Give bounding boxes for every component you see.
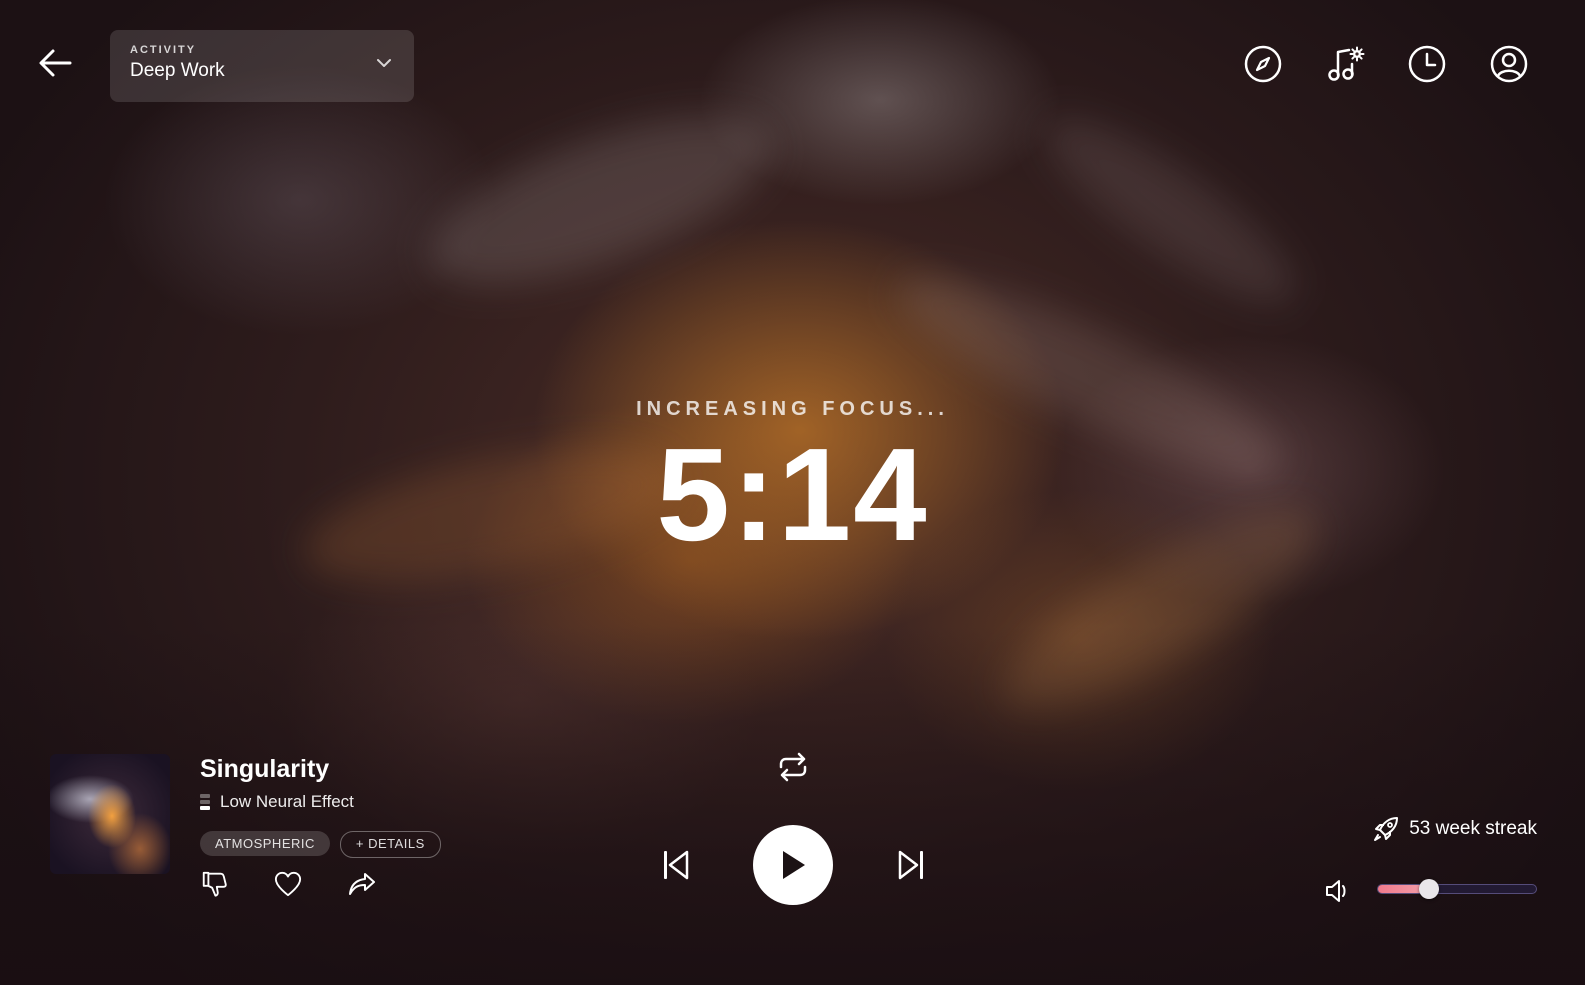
heart-icon [274,871,302,897]
details-button[interactable]: + DETAILS [339,831,441,858]
share-icon [349,873,375,895]
track-chips: ATMOSPHERIC + DETAILS [200,831,441,858]
track-actions [200,870,376,898]
back-button[interactable] [36,44,74,82]
top-nav [1243,44,1529,84]
profile-button[interactable] [1489,44,1529,84]
background-swirl [410,82,790,318]
background-swirl [1024,91,1316,329]
previous-button[interactable] [660,849,692,881]
repeat-icon [779,752,807,782]
focus-status: INCREASING FOCUS... [636,398,949,420]
album-art [50,754,170,874]
skip-previous-icon [664,850,689,880]
favorite-button[interactable] [274,870,302,898]
thumbs-down-icon [202,871,227,897]
genre-chip: ATMOSPHERIC [200,831,330,856]
explore-button[interactable] [1243,44,1283,84]
activity-label: ACTIVITY [130,44,197,56]
volume-thumb[interactable] [1418,879,1439,899]
chevron-down-icon [377,59,391,67]
play-button[interactable] [753,825,833,905]
compass-icon [1244,45,1282,83]
streak-badge: 53 week streak [1373,816,1537,842]
share-button[interactable] [348,870,376,898]
skip-next-icon [898,850,923,880]
music-settings-icon [1328,46,1365,81]
next-button[interactable] [895,849,927,881]
activity-select[interactable]: ACTIVITY Deep Work [110,30,414,102]
rocket-icon [1374,817,1399,841]
activity-value: Deep Work [130,60,225,81]
volume-icon [1326,880,1346,902]
session-timer: 5:14 [656,421,929,568]
neural-effect: Low Neural Effect [200,792,354,812]
volume-slider[interactable] [1377,879,1537,899]
arrow-left-icon [39,49,72,77]
play-icon [783,851,805,879]
mute-button[interactable] [1324,877,1352,905]
music-settings-button[interactable] [1325,44,1365,84]
user-icon [1490,45,1528,83]
neural-effect-level-icon [200,794,210,810]
history-button[interactable] [1407,44,1447,84]
streak-text: 53 week streak [1409,818,1537,839]
focus-screen: ACTIVITY Deep Work INCREASING FOCUS... 5… [0,0,1585,985]
dislike-button[interactable] [200,870,228,898]
clock-icon [1408,45,1446,83]
track-title: Singularity [200,755,330,783]
repeat-button[interactable] [775,751,811,783]
neural-effect-label: Low Neural Effect [220,792,354,811]
